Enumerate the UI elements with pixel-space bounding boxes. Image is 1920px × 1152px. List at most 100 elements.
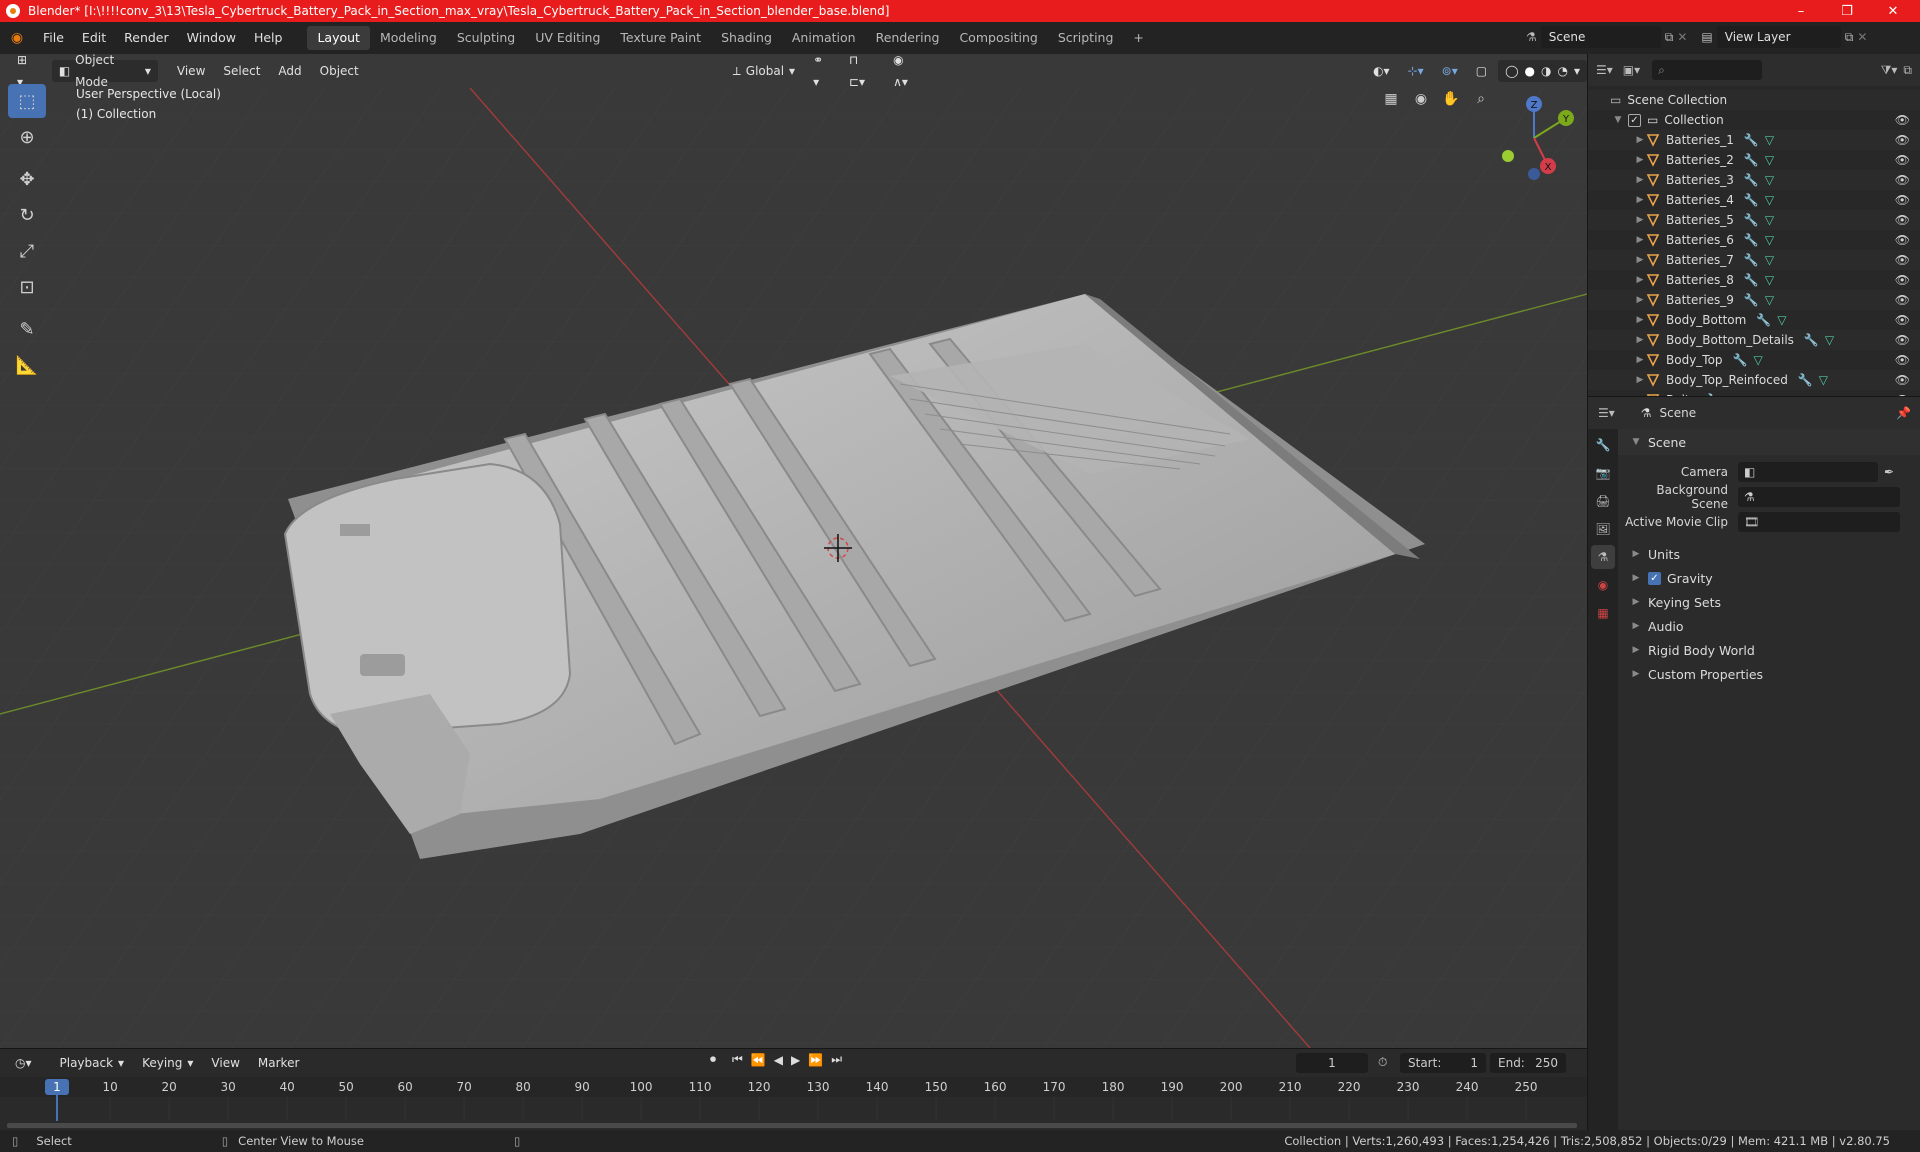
outliner-row-scene-collection[interactable]: ▭ Scene Collection (1588, 90, 1920, 110)
camera-view-icon[interactable]: ◉ (1408, 86, 1434, 112)
scene-selector[interactable]: Scene (1540, 26, 1661, 48)
maximize-button[interactable]: ❐ (1824, 0, 1870, 22)
current-frame-field[interactable]: 1 (1296, 1053, 1368, 1073)
audio-panel[interactable]: ▶ Audio (1618, 614, 1920, 638)
pivot-icon[interactable]: ⚭ ▾ (806, 54, 838, 89)
material-shading-icon[interactable]: ◑ (1541, 60, 1551, 82)
snap-icon[interactable]: ⊓ ⊏▾ (842, 54, 882, 89)
select-box-tool-icon[interactable]: ⬚ (8, 84, 46, 118)
orientation-selector[interactable]: ⟂ Global ▾ (726, 60, 802, 82)
expand-arrow-icon[interactable]: ▶ (1634, 255, 1646, 265)
menu-help[interactable]: Help (245, 26, 292, 50)
mesh-data-icon[interactable]: ▽ (1765, 233, 1774, 247)
expand-arrow-icon[interactable]: ▶ (1634, 135, 1646, 145)
camera-field[interactable]: ◧ (1738, 461, 1878, 482)
tab-sculpting[interactable]: Sculpting (447, 26, 525, 50)
mesh-data-icon[interactable]: ▽ (1819, 373, 1828, 387)
outliner-row-object[interactable]: ▶ Batteries_7 🔧 ▽ 👁 (1588, 250, 1920, 270)
expand-arrow-icon[interactable]: ▶ (1634, 235, 1646, 245)
move-tool-icon[interactable]: ✥ (8, 162, 46, 196)
outliner-row-object[interactable]: ▶ Body_Top 🔧 ▽ 👁 (1588, 350, 1920, 370)
expand-arrow-icon[interactable]: ▶ (1634, 275, 1646, 285)
modifier-wrench-icon[interactable]: 🔧 (1804, 333, 1819, 347)
view-layer-selector[interactable]: View Layer (1716, 26, 1841, 48)
expand-arrow-icon[interactable]: ▶ (1634, 155, 1646, 165)
outliner-row-collection[interactable]: ▼ ✓ ▭ Collection 👁 (1588, 110, 1920, 130)
pin-icon[interactable]: 📌 (1896, 406, 1911, 420)
expand-arrow-icon[interactable]: ▶ (1634, 295, 1646, 305)
modifier-wrench-icon[interactable]: 🔧 (1744, 233, 1759, 247)
outliner-row-object[interactable]: ▶ Batteries_2 🔧 ▽ 👁 (1588, 150, 1920, 170)
add-workspace-icon[interactable]: + (1123, 26, 1153, 50)
measure-tool-icon[interactable]: 📐 (8, 348, 46, 382)
xray-icon[interactable]: ▢ (1469, 60, 1494, 82)
outliner-row-object[interactable]: ▶ Batteries_3 🔧 ▽ 👁 (1588, 170, 1920, 190)
visibility-icon[interactable]: ◐▾ (1366, 60, 1397, 82)
eye-icon[interactable]: 👁 (1895, 253, 1910, 267)
eye-icon[interactable]: 👁 (1895, 353, 1910, 367)
scene-section-header[interactable]: ▼ Scene (1618, 429, 1920, 455)
texture-tab-icon[interactable]: ▦ (1591, 601, 1615, 625)
tab-shading[interactable]: Shading (711, 26, 782, 50)
tab-uv-editing[interactable]: UV Editing (525, 26, 610, 50)
mesh-data-icon[interactable]: ▽ (1754, 353, 1763, 367)
eye-icon[interactable]: 👁 (1895, 313, 1910, 327)
modifier-wrench-icon[interactable]: 🔧 (1744, 153, 1759, 167)
menu-object[interactable]: Object (313, 60, 366, 82)
expand-arrow-icon[interactable]: ▶ (1634, 195, 1646, 205)
eye-icon[interactable]: 👁 (1895, 193, 1910, 207)
custom-properties-panel[interactable]: ▶ Custom Properties (1618, 662, 1920, 686)
mesh-data-icon[interactable]: ▽ (1765, 193, 1774, 207)
jump-keyframe-forward-icon[interactable]: ⏩ (808, 1053, 823, 1067)
modifier-wrench-icon[interactable]: 🔧 (1744, 193, 1759, 207)
proportional-edit-icon[interactable]: ◉ ∧▾ (886, 54, 926, 89)
menu-window[interactable]: Window (178, 26, 245, 50)
tab-compositing[interactable]: Compositing (949, 26, 1047, 50)
view-layer-icon[interactable]: ▤ (1701, 30, 1712, 44)
rotate-tool-icon[interactable]: ↻ (8, 198, 46, 232)
scale-tool-icon[interactable]: ⤢ (8, 234, 46, 268)
minimize-button[interactable]: – (1778, 0, 1824, 22)
stopwatch-icon[interactable]: ⏱ (1378, 1055, 1387, 1070)
menu-keying[interactable]: Keying ▾ (135, 1052, 200, 1074)
end-frame-field[interactable]: End: 250 (1490, 1053, 1566, 1073)
eye-icon[interactable]: 👁 (1895, 293, 1910, 307)
menu-add[interactable]: Add (271, 60, 308, 82)
eye-icon[interactable]: 👁 (1895, 373, 1910, 387)
rendered-shading-icon[interactable]: ◔ (1557, 60, 1567, 82)
eye-icon[interactable]: 👁 (1895, 133, 1910, 147)
outliner-row-object[interactable]: ▶ Batteries_6 🔧 ▽ 👁 (1588, 230, 1920, 250)
modifier-wrench-icon[interactable]: 🔧 (1744, 133, 1759, 147)
expand-arrow-icon[interactable]: ▶ (1634, 355, 1646, 365)
mesh-data-icon[interactable]: ▽ (1765, 273, 1774, 287)
mesh-data-icon[interactable]: ▽ (1765, 133, 1774, 147)
new-view-layer-icon[interactable]: ⧉ (1845, 30, 1854, 45)
modifier-wrench-icon[interactable]: 🔧 (1756, 313, 1771, 327)
eye-icon[interactable]: 👁 (1895, 113, 1910, 127)
jump-end-icon[interactable]: ⏭ (831, 1052, 842, 1067)
mesh-data-icon[interactable]: ▽ (1765, 153, 1774, 167)
3d-viewport[interactable]: ⊞ ▾ ◧ Object Mode ▾ View Select Add Object… (0, 54, 1587, 1048)
expand-arrow-icon[interactable]: ▶ (1634, 335, 1646, 345)
modifier-wrench-icon[interactable]: 🔧 (1744, 293, 1759, 307)
output-tab-icon[interactable]: 🖨 (1591, 489, 1615, 513)
mesh-data-icon[interactable]: ▽ (1765, 173, 1774, 187)
modifier-wrench-icon[interactable]: 🔧 (1744, 273, 1759, 287)
tab-scripting[interactable]: Scripting (1048, 26, 1124, 50)
new-scene-icon[interactable]: ⧉ (1665, 30, 1674, 45)
outliner-row-object[interactable]: ▶ Body_Bottom 🔧 ▽ 👁 (1588, 310, 1920, 330)
menu-edit[interactable]: Edit (73, 26, 115, 50)
expand-arrow-icon[interactable]: ▶ (1634, 215, 1646, 225)
eye-icon[interactable]: 👁 (1895, 273, 1910, 287)
editor-type-icon[interactable]: ⊞ ▾ (10, 54, 42, 89)
expand-arrow-icon[interactable]: ▶ (1634, 375, 1646, 385)
remove-scene-icon[interactable]: ✕ (1677, 30, 1687, 44)
view-layer-tab-icon[interactable]: 🖼 (1591, 517, 1615, 541)
transform-tool-icon[interactable]: ⊡ (8, 270, 46, 304)
tab-texture-paint[interactable]: Texture Paint (610, 26, 711, 50)
editor-type-icon[interactable]: ☰▾ (1596, 63, 1613, 77)
filter-icon[interactable]: ⧩▾ (1881, 63, 1898, 78)
annotate-tool-icon[interactable]: ✎ (8, 312, 46, 346)
tab-modeling[interactable]: Modeling (370, 26, 447, 50)
tool-tab-icon[interactable]: 🔧 (1591, 433, 1615, 457)
